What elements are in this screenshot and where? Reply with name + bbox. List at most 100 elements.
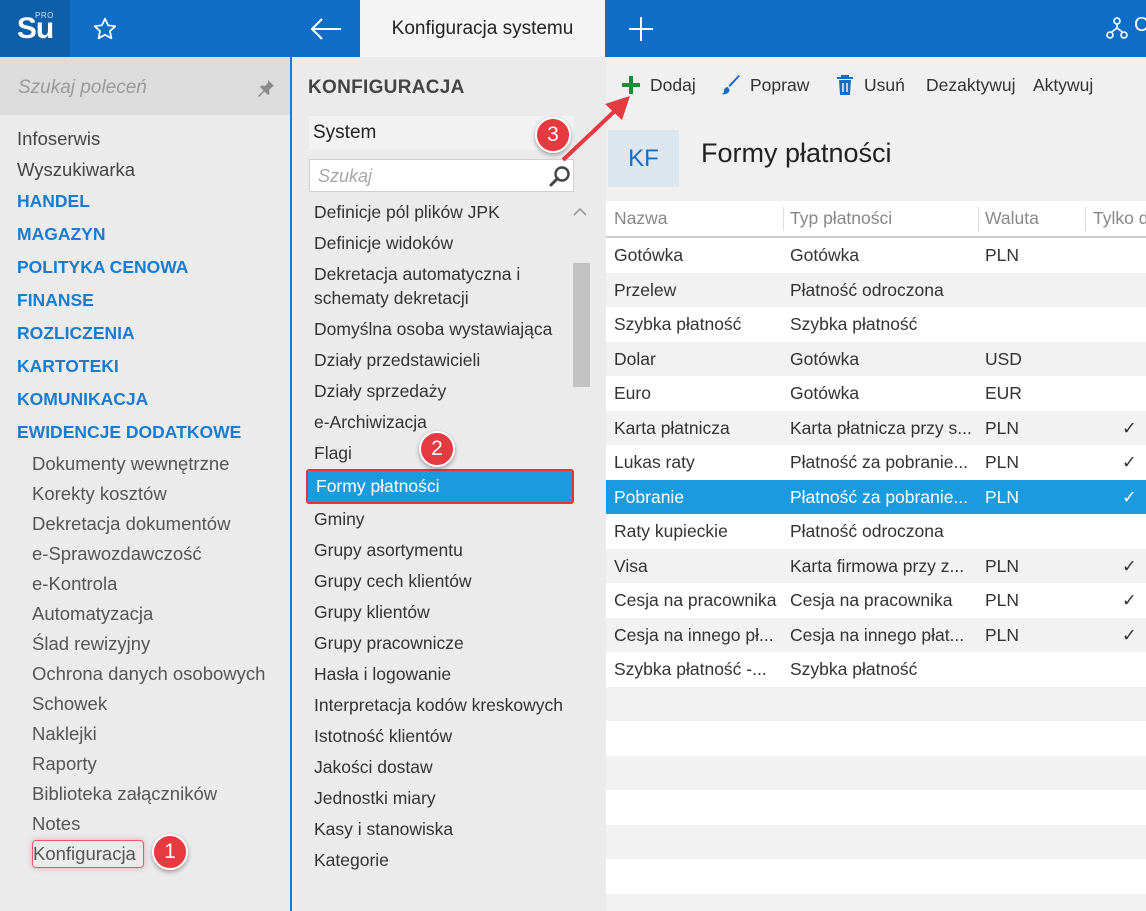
checkmark-icon: ✓ <box>1122 452 1137 472</box>
nav-section-polityka-cenowa[interactable]: POLITYKA CENOWA <box>0 251 290 284</box>
top-right-text[interactable]: C <box>1134 14 1146 37</box>
favorites-button[interactable] <box>70 0 140 57</box>
table-row[interactable]: Gotówka Gotówka PLN <box>606 238 1146 273</box>
config-item[interactable]: Jednostki miary <box>314 783 574 814</box>
column-divider[interactable] <box>783 207 784 231</box>
nav-sub-automatyzacja[interactable]: Automatyzacja <box>0 599 290 629</box>
config-item[interactable]: Interpretacja kodów kreskowych <box>314 690 574 721</box>
config-item[interactable]: Kasy i stanowiska <box>314 814 574 845</box>
star-icon <box>93 17 117 39</box>
config-item[interactable]: Grupy pracownicze <box>314 628 574 659</box>
nav-sub-schowek[interactable]: Schowek <box>0 689 290 719</box>
column-divider[interactable] <box>978 207 979 231</box>
cell-tylko <box>1122 273 1142 308</box>
nav-sub-e-sprawozdawczosc[interactable]: e-Sprawozdawczość <box>0 539 290 569</box>
network-icon[interactable] <box>1105 16 1129 40</box>
nav-sub-ochrona-danych[interactable]: Ochrona danych osobowych <box>0 659 290 689</box>
table-row[interactable]: Szybka płatność Szybka płatność <box>606 307 1146 342</box>
nav-section-ewidencje-dodatkowe[interactable]: EWIDENCJE DODATKOWE <box>0 416 290 449</box>
plus-icon <box>622 76 640 94</box>
search-icon[interactable] <box>549 165 571 187</box>
table-row[interactable]: Cesja na innego pł... Cesja na innego pł… <box>606 617 1146 652</box>
activate-button[interactable]: Aktywuj <box>1033 72 1093 98</box>
trash-icon <box>837 75 853 95</box>
table-row[interactable]: Cesja na pracownika Cesja na pracownika … <box>606 583 1146 618</box>
table-row[interactable]: Dolar Gotówka USD <box>606 341 1146 376</box>
nav-sub-slad-rewizyjny[interactable]: Ślad rewizyjny <box>0 629 290 659</box>
table-row-empty <box>606 824 1146 859</box>
cell-typ: Płatność za pobranie... <box>790 452 969 472</box>
table-row[interactable]: Euro Gotówka EUR <box>606 376 1146 411</box>
config-item[interactable]: Dekretacja automatyczna i schematy dekre… <box>314 259 574 314</box>
activate-button-label: Aktywuj <box>1033 74 1094 95</box>
table-row[interactable]: Karta płatnicza Karta płatnicza przy s..… <box>606 410 1146 445</box>
cell-tylko <box>1122 307 1142 342</box>
cell-typ: Szybka płatność <box>790 659 918 679</box>
column-header-waluta[interactable]: Waluta <box>985 201 1065 236</box>
config-item-formy-platnosci[interactable]: Formy płatności <box>306 469 574 504</box>
column-divider[interactable] <box>1085 207 1086 231</box>
delete-button[interactable]: Usuń <box>834 72 905 98</box>
nav-sub-dokumenty-wewnetrzne[interactable]: Dokumenty wewnętrzne <box>0 449 290 479</box>
new-tab-button[interactable] <box>605 0 677 57</box>
cell-nazwa: Gotówka <box>614 245 684 265</box>
nav-section-kartoteki[interactable]: KARTOTEKI <box>0 350 290 383</box>
nav-section-handel[interactable]: HANDEL <box>0 185 290 218</box>
table-row[interactable]: Raty kupieckie Płatność odroczona <box>606 514 1146 549</box>
config-search-input[interactable]: Szukaj <box>309 159 574 192</box>
app-logo[interactable]: Su PRO <box>0 0 70 57</box>
nav-section-finanse[interactable]: FINANSE <box>0 284 290 317</box>
tab-title: Konfiguracja systemu <box>391 17 574 39</box>
cell-tylko <box>1122 514 1142 549</box>
table-row[interactable]: Lukas raty Płatność za pobranie... PLN ✓ <box>606 445 1146 480</box>
add-button-label: Dodaj <box>650 74 696 95</box>
config-item[interactable]: Domyślna osoba wystawiająca <box>314 314 574 345</box>
table-row[interactable]: Szybka płatność -... Szybka płatność <box>606 652 1146 687</box>
pin-icon[interactable] <box>257 79 275 97</box>
config-item[interactable]: Definicje pól plików JPK <box>314 197 574 228</box>
page-tile: KF <box>608 130 679 187</box>
config-item[interactable]: Działy sprzedaży <box>314 376 574 407</box>
edit-button[interactable]: Popraw <box>720 72 809 98</box>
nav-sub-naklejki[interactable]: Naklejki <box>0 719 290 749</box>
nav-sub-raporty[interactable]: Raporty <box>0 749 290 779</box>
config-item[interactable]: Definicje widoków <box>314 228 574 259</box>
scroll-up-icon[interactable] <box>573 207 587 217</box>
cell-waluta: PLN <box>985 486 1020 507</box>
table-row[interactable]: Visa Karta firmowa przy z... PLN ✓ <box>606 548 1146 583</box>
nav-item-infoserwis[interactable]: Infoserwis <box>0 123 290 154</box>
nav-section-magazyn[interactable]: MAGAZYN <box>0 218 290 251</box>
cell-tylko <box>1122 652 1142 687</box>
nav-sub-biblioteka-zalacznikow[interactable]: Biblioteka załączników <box>0 779 290 809</box>
config-item[interactable]: Grupy cech klientów <box>314 566 574 597</box>
nav-section-rozliczenia[interactable]: ROZLICZENIA <box>0 317 290 350</box>
nav-sub-notes[interactable]: Notes <box>0 809 290 839</box>
nav-sub-dekretacja-dokumentow[interactable]: Dekretacja dokumentów <box>0 509 290 539</box>
config-item[interactable]: Istotność klientów <box>314 721 574 752</box>
back-button[interactable] <box>292 0 360 57</box>
add-button[interactable]: Dodaj <box>620 72 696 98</box>
config-item[interactable]: Grupy klientów <box>314 597 574 628</box>
nav-item-wyszukiwarka[interactable]: Wyszukiwarka <box>0 154 290 185</box>
nav-sub-konfiguracja[interactable]: Konfiguracja <box>0 839 290 869</box>
config-item[interactable]: Działy przedstawicieli <box>314 345 574 376</box>
column-header-typ-platnosci[interactable]: Typ płatności <box>790 201 972 236</box>
tab-konfiguracja-systemu[interactable]: Konfiguracja systemu <box>360 0 605 57</box>
nav-sub-e-kontrola[interactable]: e-Kontrola <box>0 569 290 599</box>
column-header-tylko[interactable]: Tylko d <box>1093 201 1146 236</box>
cell-typ: Gotówka <box>790 383 860 403</box>
deactivate-button[interactable]: Dezaktywuj <box>926 72 1015 98</box>
config-item[interactable]: Grupy asortymentu <box>314 535 574 566</box>
config-item[interactable]: Kategorie <box>314 845 574 876</box>
scrollbar-thumb[interactable] <box>573 263 590 387</box>
command-search-input[interactable]: Szukaj poleceń <box>0 57 290 115</box>
table-row[interactable]: Przelew Płatność odroczona <box>606 272 1146 308</box>
nav-section-komunikacja[interactable]: KOMUNIKACJA <box>0 383 290 416</box>
cell-nazwa: Przelew <box>614 279 677 300</box>
nav-sub-korekty-kosztow[interactable]: Korekty kosztów <box>0 479 290 509</box>
config-item[interactable]: Jakości dostaw <box>314 752 574 783</box>
table-row-selected[interactable]: Pobranie Płatność za pobranie... PLN ✓ <box>606 479 1146 514</box>
column-header-nazwa[interactable]: Nazwa <box>614 201 782 236</box>
config-item[interactable]: Hasła i logowanie <box>314 659 574 690</box>
config-item[interactable]: Gminy <box>314 504 574 535</box>
